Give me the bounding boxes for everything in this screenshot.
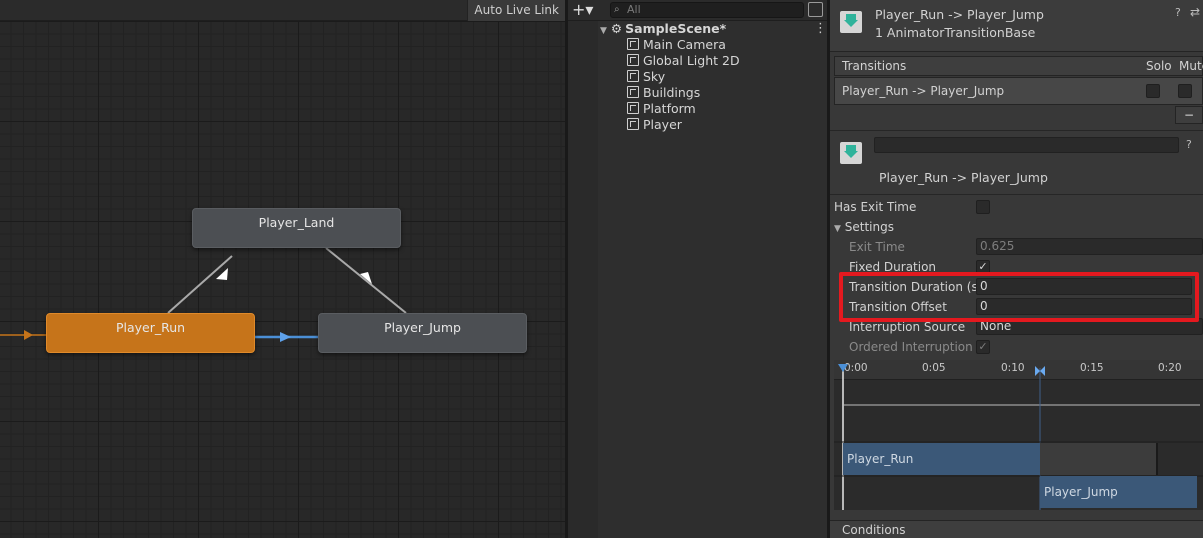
timeline-dest-clip[interactable]: Player_Jump	[1040, 476, 1197, 508]
interruption-source-label: Interruption Source	[849, 320, 966, 334]
ordered-interruption-label: Ordered Interruption	[849, 340, 973, 354]
hierarchy-item[interactable]: Platform	[627, 101, 696, 117]
transition-run-to-land[interactable]	[167, 255, 233, 314]
has-exit-time-checkbox[interactable]	[976, 200, 990, 214]
transition-jump-to-land[interactable]	[325, 247, 407, 314]
gameobject-cube-icon	[627, 118, 639, 130]
transition-icon	[840, 142, 862, 164]
scene-menu-icon[interactable]: ⋮	[814, 21, 827, 37]
foldout-arrow-icon[interactable]: ▼	[600, 26, 607, 36]
solo-checkbox[interactable]	[1146, 84, 1160, 98]
divider	[830, 194, 1203, 195]
hierarchy-gutter	[568, 21, 598, 538]
state-player-jump[interactable]: Player_Jump	[318, 313, 527, 353]
scene-row[interactable]: ▼ ⚙ SampleScene*	[600, 21, 726, 37]
unity-scene-icon: ⚙	[610, 21, 623, 36]
hierarchy-item[interactable]: Buildings	[627, 85, 700, 101]
mute-checkbox[interactable]	[1178, 84, 1192, 98]
help-icon[interactable]: ?	[1186, 138, 1192, 151]
foldout-arrow-icon: ▼	[834, 224, 841, 234]
gameobject-cube-icon	[627, 70, 639, 82]
exit-time-label: Exit Time	[849, 240, 905, 254]
mute-column-label: Mute	[1179, 59, 1203, 73]
state-player-run[interactable]: Player_Run	[46, 313, 255, 353]
gameobject-cube-icon	[627, 38, 639, 50]
timeline-source-tail	[1040, 443, 1158, 475]
solo-column-label: Solo	[1146, 59, 1172, 73]
transition-timeline[interactable]: 0:00 0:05 0:10 0:15 0:20 Player_Run Play…	[834, 360, 1203, 510]
hierarchy-toolbar: +▾ ⌕ All	[568, 0, 827, 21]
transition-icon	[840, 11, 862, 33]
divider	[830, 130, 1203, 131]
inspector-title: Player_Run -> Player_Jump	[875, 7, 1044, 22]
inspector-subtitle: 1 AnimatorTransitionBase	[875, 25, 1036, 40]
ordered-interruption-checkbox[interactable]: ✓	[976, 340, 990, 354]
hierarchy-item[interactable]: Player	[627, 117, 682, 133]
has-exit-time-label: Has Exit Time	[834, 200, 917, 214]
hierarchy-item[interactable]: Global Light 2D	[627, 53, 740, 69]
lock-icon[interactable]	[808, 2, 823, 17]
transition-name-input[interactable]	[874, 137, 1179, 153]
settings-foldout[interactable]: ▼ Settings	[834, 220, 894, 234]
hierarchy-item[interactable]: Sky	[627, 69, 665, 85]
add-plus-icon[interactable]: +▾	[572, 1, 593, 19]
hierarchy-search-input[interactable]: ⌕ All	[610, 2, 804, 18]
timeline-source-clip[interactable]: Player_Run	[843, 443, 1040, 475]
transition-row-label: Player_Run -> Player_Jump	[842, 84, 1005, 98]
transitions-header-label: Transitions	[842, 59, 907, 73]
state-player-land[interactable]: Player_Land	[192, 208, 401, 248]
highlight-box	[839, 272, 1199, 322]
help-icon[interactable]: ?	[1175, 6, 1181, 19]
transition-name-label: Player_Run -> Player_Jump	[879, 170, 1048, 185]
remove-transition-button[interactable]: −	[1175, 106, 1203, 124]
settings-sliders-icon[interactable]: ⇄	[1190, 5, 1200, 19]
gameobject-cube-icon	[627, 54, 639, 66]
transition-lines	[0, 247, 407, 342]
entry-arrow-icon	[24, 330, 33, 340]
exit-time-input[interactable]: 0.625	[976, 238, 1203, 255]
search-icon: ⌕	[614, 4, 620, 15]
animator-graph[interactable]: Auto Live Link Player_Land Player_Run Pl…	[0, 0, 565, 538]
gameobject-cube-icon	[627, 86, 639, 98]
conditions-label: Conditions	[842, 523, 906, 537]
hierarchy-item[interactable]: Main Camera	[627, 37, 726, 53]
hierarchy-panel: +▾ ⌕ All ▼ ⚙ SampleScene* ⋮ Main Camera Gl…	[568, 0, 827, 538]
transition-arrow-icon	[280, 332, 291, 342]
gameobject-cube-icon	[627, 102, 639, 114]
